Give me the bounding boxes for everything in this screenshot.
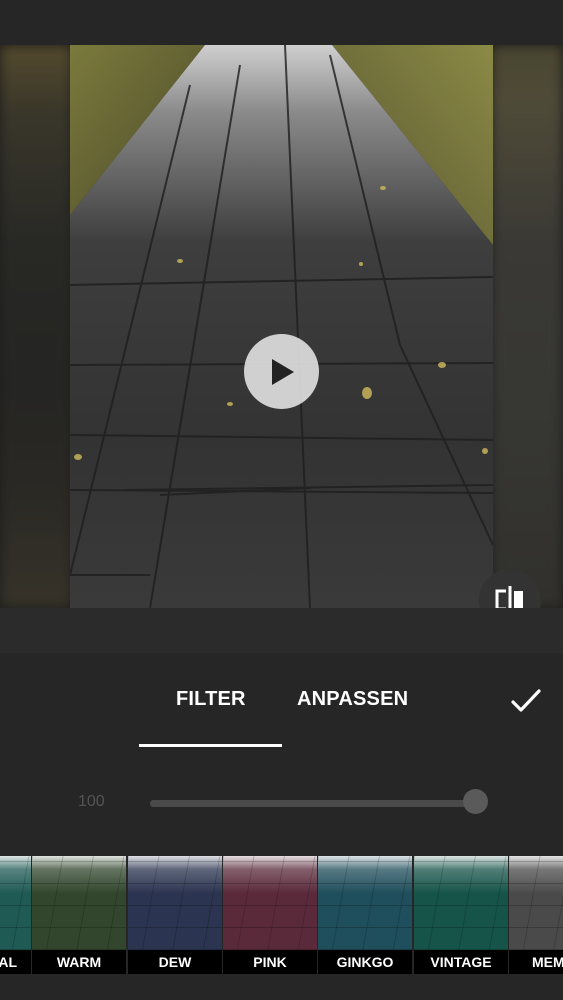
- filter-carousel[interactable]: AL WARM DEW PINK GINKGO VINTAGE MEM: [0, 856, 563, 974]
- intensity-slider-fill: [150, 800, 480, 807]
- video-preview: [0, 45, 563, 608]
- filter-item[interactable]: AL: [0, 856, 31, 974]
- blurred-background-left: [0, 45, 72, 608]
- filter-thumbnail: [509, 856, 563, 950]
- tab-filter[interactable]: FILTER: [176, 688, 246, 711]
- intensity-value: 100: [78, 793, 105, 810]
- filter-thumbnail-pavement: [32, 856, 126, 950]
- filter-item[interactable]: MEM: [509, 856, 563, 974]
- filter-label: AL: [0, 950, 31, 974]
- play-button[interactable]: [244, 334, 319, 409]
- filter-item[interactable]: DEW: [128, 856, 222, 974]
- filter-thumbnail-pavement: [414, 856, 508, 950]
- active-tab-indicator: [139, 744, 282, 747]
- filter-thumbnail-pavement: [128, 856, 222, 950]
- play-icon: [271, 358, 294, 385]
- filter-thumbnail-pavement: [509, 856, 563, 950]
- tab-adjust[interactable]: ANPASSEN: [297, 688, 408, 711]
- top-bar: [0, 0, 563, 45]
- blurred-background-right: [491, 45, 563, 608]
- intensity-slider[interactable]: [150, 800, 480, 807]
- filter-item[interactable]: VINTAGE: [414, 856, 508, 974]
- filter-item[interactable]: PINK: [223, 856, 317, 974]
- checkmark-icon: [511, 689, 541, 712]
- intensity-slider-handle[interactable]: [463, 789, 488, 814]
- preview-footer-strip: [0, 608, 563, 653]
- filter-label: MEM: [509, 950, 563, 974]
- filter-thumbnail-pavement: [0, 856, 31, 950]
- filter-thumbnail: [128, 856, 222, 950]
- filter-label: VINTAGE: [414, 950, 508, 974]
- filter-thumbnail-pavement: [318, 856, 412, 950]
- filter-thumbnail: [32, 856, 126, 950]
- filter-item[interactable]: GINKGO: [318, 856, 412, 974]
- confirm-button[interactable]: [510, 685, 542, 717]
- preview-photo: [70, 45, 493, 608]
- filter-label: WARM: [32, 950, 126, 974]
- filter-thumbnail: [223, 856, 317, 950]
- filter-thumbnail-pavement: [223, 856, 317, 950]
- filter-thumbnail: [318, 856, 412, 950]
- filter-item[interactable]: WARM: [32, 856, 126, 974]
- filter-thumbnail: [0, 856, 31, 950]
- filter-label: PINK: [223, 950, 317, 974]
- filter-label: GINKGO: [318, 950, 412, 974]
- filter-thumbnail: [414, 856, 508, 950]
- filter-label: DEW: [128, 950, 222, 974]
